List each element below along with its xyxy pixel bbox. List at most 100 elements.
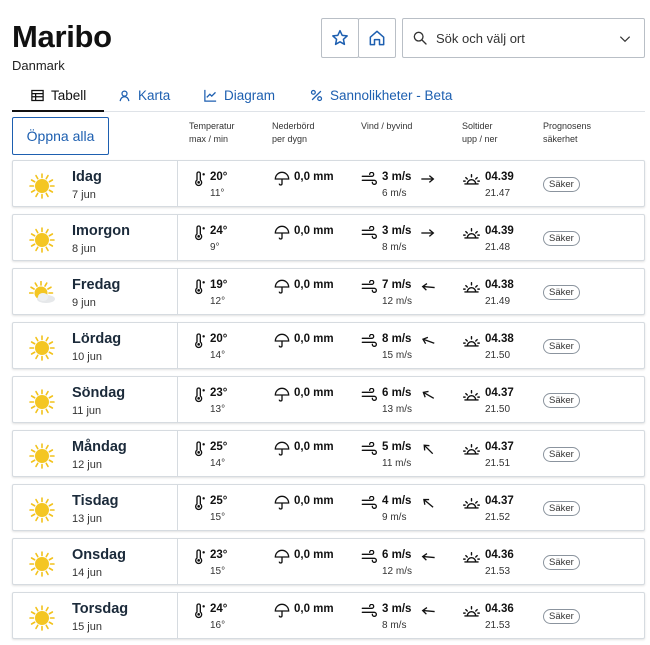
column-header-precipitation: Nederbörd per dygn bbox=[272, 120, 315, 146]
wind-direction-arrow-icon bbox=[420, 604, 436, 622]
forecast-row[interactable]: Onsdag 14 jun 23° 15° 0,0 mm 6 m/s 12 m/… bbox=[12, 538, 645, 585]
location-title: Maribo bbox=[12, 19, 112, 54]
sun-icon bbox=[29, 551, 55, 582]
sun-icon bbox=[29, 443, 55, 474]
header-line: Soltider bbox=[462, 121, 493, 131]
row-divider bbox=[177, 377, 178, 422]
day-date: 13 jun bbox=[72, 513, 102, 525]
umbrella-icon bbox=[274, 441, 290, 462]
sunset-time: 21.53 bbox=[485, 566, 511, 577]
sunrise-time: 04.38 bbox=[485, 279, 514, 291]
tab-tabell[interactable]: Tabell bbox=[12, 80, 105, 112]
home-button[interactable] bbox=[358, 18, 396, 58]
day-date: 11 jun bbox=[72, 405, 102, 417]
search-icon bbox=[413, 31, 427, 45]
temp-min: 12° bbox=[210, 296, 226, 307]
header-line: Nederbörd bbox=[272, 121, 315, 131]
thermometer-icon bbox=[191, 603, 207, 624]
certainty-badge: Säker bbox=[543, 555, 580, 570]
day-date: 10 jun bbox=[72, 351, 102, 363]
table-icon bbox=[30, 88, 45, 103]
open-all-button[interactable]: Öppna alla bbox=[12, 117, 109, 155]
wind-direction-arrow-icon bbox=[420, 280, 436, 298]
forecast-row[interactable]: Torsdag 15 jun 24° 16° 0,0 mm 3 m/s 8 m/… bbox=[12, 592, 645, 639]
wind-speed: 3 m/s bbox=[382, 225, 412, 237]
forecast-row[interactable]: Måndag 12 jun 25° 14° 0,0 mm 5 m/s 11 m/… bbox=[12, 430, 645, 477]
wind-speed: 6 m/s bbox=[382, 549, 412, 561]
header-line: max / min bbox=[189, 134, 229, 144]
header-line: Prognosens bbox=[543, 121, 592, 131]
day-name: Fredag bbox=[72, 277, 121, 293]
forecast-row[interactable]: Lördag 10 jun 20° 14° 0,0 mm 8 m/s 15 m/… bbox=[12, 322, 645, 369]
wind-icon bbox=[361, 279, 377, 299]
day-name: Tisdag bbox=[72, 493, 119, 509]
tab-sannolikheter[interactable]: Sannolikheter - Beta bbox=[309, 80, 452, 111]
temp-max: 24° bbox=[210, 603, 228, 615]
forecast-row[interactable]: Fredag 9 jun 19° 12° 0,0 mm 7 m/s 12 m/s… bbox=[12, 268, 645, 315]
sunset-time: 21.48 bbox=[485, 242, 511, 253]
umbrella-icon bbox=[274, 225, 290, 246]
location-search[interactable]: Sök och välj ort bbox=[402, 18, 645, 58]
sunrise-time: 04.37 bbox=[485, 387, 514, 399]
forecast-row[interactable]: Imorgon 8 jun 24° 9° 0,0 mm 3 m/s 8 m/s … bbox=[12, 214, 645, 261]
wind-gust: 6 m/s bbox=[382, 188, 407, 199]
location-country: Danmark bbox=[12, 58, 65, 73]
header-line: upp / ner bbox=[462, 134, 498, 144]
temp-max: 25° bbox=[210, 441, 228, 453]
tab-diagram[interactable]: Diagram bbox=[203, 80, 275, 111]
chevron-down-icon[interactable] bbox=[618, 32, 632, 46]
temp-min: 9° bbox=[210, 242, 220, 253]
day-name: Onsdag bbox=[72, 547, 126, 563]
day-name: Lördag bbox=[72, 331, 122, 347]
map-pin-icon bbox=[117, 88, 132, 103]
thermometer-icon bbox=[191, 171, 207, 192]
thermometer-icon bbox=[191, 549, 207, 570]
forecast-row[interactable]: Söndag 11 jun 23° 13° 0,0 mm 6 m/s 13 m/… bbox=[12, 376, 645, 423]
wind-gust: 13 m/s bbox=[382, 404, 413, 415]
thermometer-icon bbox=[191, 387, 207, 408]
tab-label: Sannolikheter - Beta bbox=[330, 88, 453, 103]
wind-direction-arrow-icon bbox=[420, 172, 436, 190]
certainty-badge: Säker bbox=[543, 285, 580, 300]
thermometer-icon bbox=[191, 279, 207, 300]
wind-icon bbox=[361, 549, 377, 569]
certainty-badge: Säker bbox=[543, 231, 580, 246]
wind-icon bbox=[361, 171, 377, 191]
temp-min: 16° bbox=[210, 620, 226, 631]
forecast-row[interactable]: Idag 7 jun 20° 11° 0,0 mm 3 m/s 6 m/s 04… bbox=[12, 160, 645, 207]
sun-icon bbox=[29, 173, 55, 204]
umbrella-icon bbox=[274, 333, 290, 354]
wind-direction-arrow-icon bbox=[420, 226, 436, 244]
header-line: Temperatur bbox=[189, 121, 235, 131]
forecast-row[interactable]: Tisdag 13 jun 25° 15° 0,0 mm 4 m/s 9 m/s… bbox=[12, 484, 645, 531]
day-date: 14 jun bbox=[72, 567, 102, 579]
tab-label: Tabell bbox=[51, 87, 87, 103]
day-date: 9 jun bbox=[72, 297, 96, 309]
sunrise-icon bbox=[463, 604, 480, 623]
sun-icon bbox=[29, 227, 55, 258]
temp-min: 13° bbox=[210, 404, 226, 415]
wind-direction-arrow-icon bbox=[420, 550, 436, 568]
precipitation: 0,0 mm bbox=[294, 171, 334, 183]
umbrella-icon bbox=[274, 279, 290, 300]
umbrella-icon bbox=[274, 387, 290, 408]
precipitation: 0,0 mm bbox=[294, 549, 334, 561]
wind-gust: 15 m/s bbox=[382, 350, 413, 361]
day-date: 7 jun bbox=[72, 189, 96, 201]
temp-max: 23° bbox=[210, 387, 228, 399]
row-divider bbox=[177, 269, 178, 314]
row-divider bbox=[177, 323, 178, 368]
favorite-button[interactable] bbox=[321, 18, 359, 58]
sunrise-time: 04.39 bbox=[485, 171, 514, 183]
tab-karta[interactable]: Karta bbox=[117, 80, 170, 111]
row-divider bbox=[177, 539, 178, 584]
thermometer-icon bbox=[191, 441, 207, 462]
sunset-time: 21.51 bbox=[485, 458, 511, 469]
sunrise-icon bbox=[463, 442, 480, 461]
wind-icon bbox=[361, 603, 377, 623]
wind-gust: 11 m/s bbox=[382, 458, 412, 469]
precipitation: 0,0 mm bbox=[294, 333, 334, 345]
umbrella-icon bbox=[274, 495, 290, 516]
view-tabs: Tabell Karta Diagram Sannolikheter - Bet… bbox=[12, 80, 645, 112]
precipitation: 0,0 mm bbox=[294, 387, 334, 399]
